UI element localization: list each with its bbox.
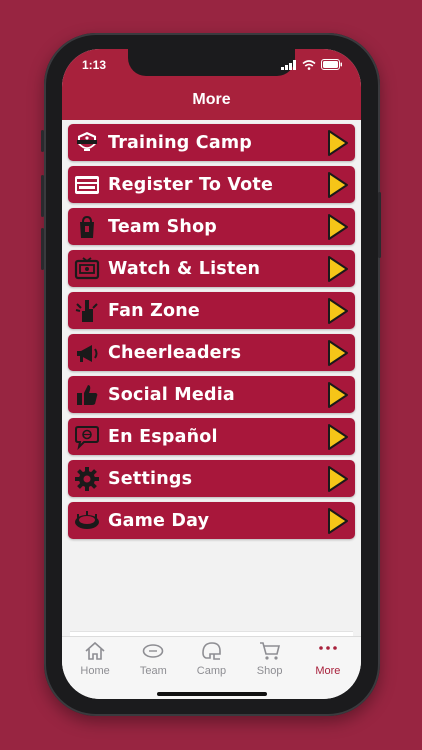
helmet-icon xyxy=(200,641,222,661)
menu-item-label: Training Camp xyxy=(108,132,253,153)
side-button-volume-up xyxy=(41,175,44,217)
menu-item-label: Settings xyxy=(108,468,193,489)
training-camp-logo-icon xyxy=(74,130,100,156)
tab-label: Home xyxy=(80,665,110,677)
signal-icon xyxy=(281,59,296,70)
menu-item-game-day[interactable]: Game Day xyxy=(68,502,355,539)
shopping-bag-icon xyxy=(74,214,100,240)
tab-label: More xyxy=(315,665,341,677)
menu-item-label: Game Day xyxy=(108,510,210,531)
menu-item-label: Social Media xyxy=(108,384,235,405)
menu-item-settings[interactable]: Settings xyxy=(68,460,355,497)
speech-bubble-icon xyxy=(74,424,100,450)
stadium-icon xyxy=(74,508,100,534)
notch xyxy=(128,49,295,76)
megaphone-icon xyxy=(74,340,100,366)
cart-icon xyxy=(259,641,281,661)
menu-area[interactable]: Training Camp Register To Vote Team Shop… xyxy=(62,120,361,691)
menu-item-cheerleaders[interactable]: Cheerleaders xyxy=(68,334,355,371)
tab-bar: Home Team Camp Shop More xyxy=(62,636,361,699)
menu-item-team-shop[interactable]: Team Shop xyxy=(68,208,355,245)
play-arrow-icon xyxy=(328,382,348,408)
side-button-volume-down xyxy=(41,228,44,270)
play-arrow-icon xyxy=(328,130,348,156)
menu-item-label: En Español xyxy=(108,426,218,447)
play-arrow-icon xyxy=(328,172,348,198)
menu-item-watch-listen[interactable]: Watch & Listen xyxy=(68,250,355,287)
home-indicator[interactable] xyxy=(157,692,267,696)
play-arrow-icon xyxy=(328,424,348,450)
menu-item-training-camp[interactable]: Training Camp xyxy=(68,124,355,161)
tab-camp[interactable]: Camp xyxy=(182,637,240,699)
battery-icon xyxy=(321,59,342,70)
menu-item-label: Watch & Listen xyxy=(108,258,261,279)
menu-item-register-to-vote[interactable]: Register To Vote xyxy=(68,166,355,203)
play-arrow-icon xyxy=(328,508,348,534)
tab-team[interactable]: Team xyxy=(124,637,182,699)
side-button-mute xyxy=(41,130,44,152)
menu-item-label: Register To Vote xyxy=(108,174,274,195)
play-arrow-icon xyxy=(328,340,348,366)
app-header: 1:13 More xyxy=(62,49,361,120)
play-arrow-icon xyxy=(328,298,348,324)
play-arrow-icon xyxy=(328,214,348,240)
home-icon xyxy=(84,641,106,661)
radio-tv-icon xyxy=(74,256,100,282)
menu-item-en-espanol[interactable]: En Español xyxy=(68,418,355,455)
menu-item-label: Team Shop xyxy=(108,216,218,237)
menu-item-social-media[interactable]: Social Media xyxy=(68,376,355,413)
play-arrow-icon xyxy=(328,256,348,282)
page-title: More xyxy=(192,91,231,108)
menu-list: Training Camp Register To Vote Team Shop… xyxy=(68,124,355,544)
status-time: 1:13 xyxy=(82,58,107,72)
tab-shop[interactable]: Shop xyxy=(241,637,299,699)
tab-label: Team xyxy=(139,665,167,677)
football-icon xyxy=(142,641,164,661)
arizona-votes-icon xyxy=(74,172,100,198)
status-icons xyxy=(281,59,343,70)
tab-label: Shop xyxy=(256,665,283,677)
side-button-power xyxy=(378,192,381,258)
thumbs-up-icon xyxy=(74,382,100,408)
gear-icon xyxy=(74,466,100,492)
menu-item-label: Cheerleaders xyxy=(108,342,242,363)
play-arrow-icon xyxy=(328,466,348,492)
menu-item-fan-zone[interactable]: Fan Zone xyxy=(68,292,355,329)
tab-more[interactable]: More xyxy=(299,637,357,699)
wifi-icon xyxy=(302,59,316,70)
tab-home[interactable]: Home xyxy=(66,637,124,699)
app-screen: 1:13 More Training Camp Register To Vote… xyxy=(62,49,361,699)
menu-item-label: Fan Zone xyxy=(108,300,200,321)
tab-label: Camp xyxy=(196,665,227,677)
more-dots-icon xyxy=(317,641,339,661)
foam-finger-icon xyxy=(74,298,100,324)
